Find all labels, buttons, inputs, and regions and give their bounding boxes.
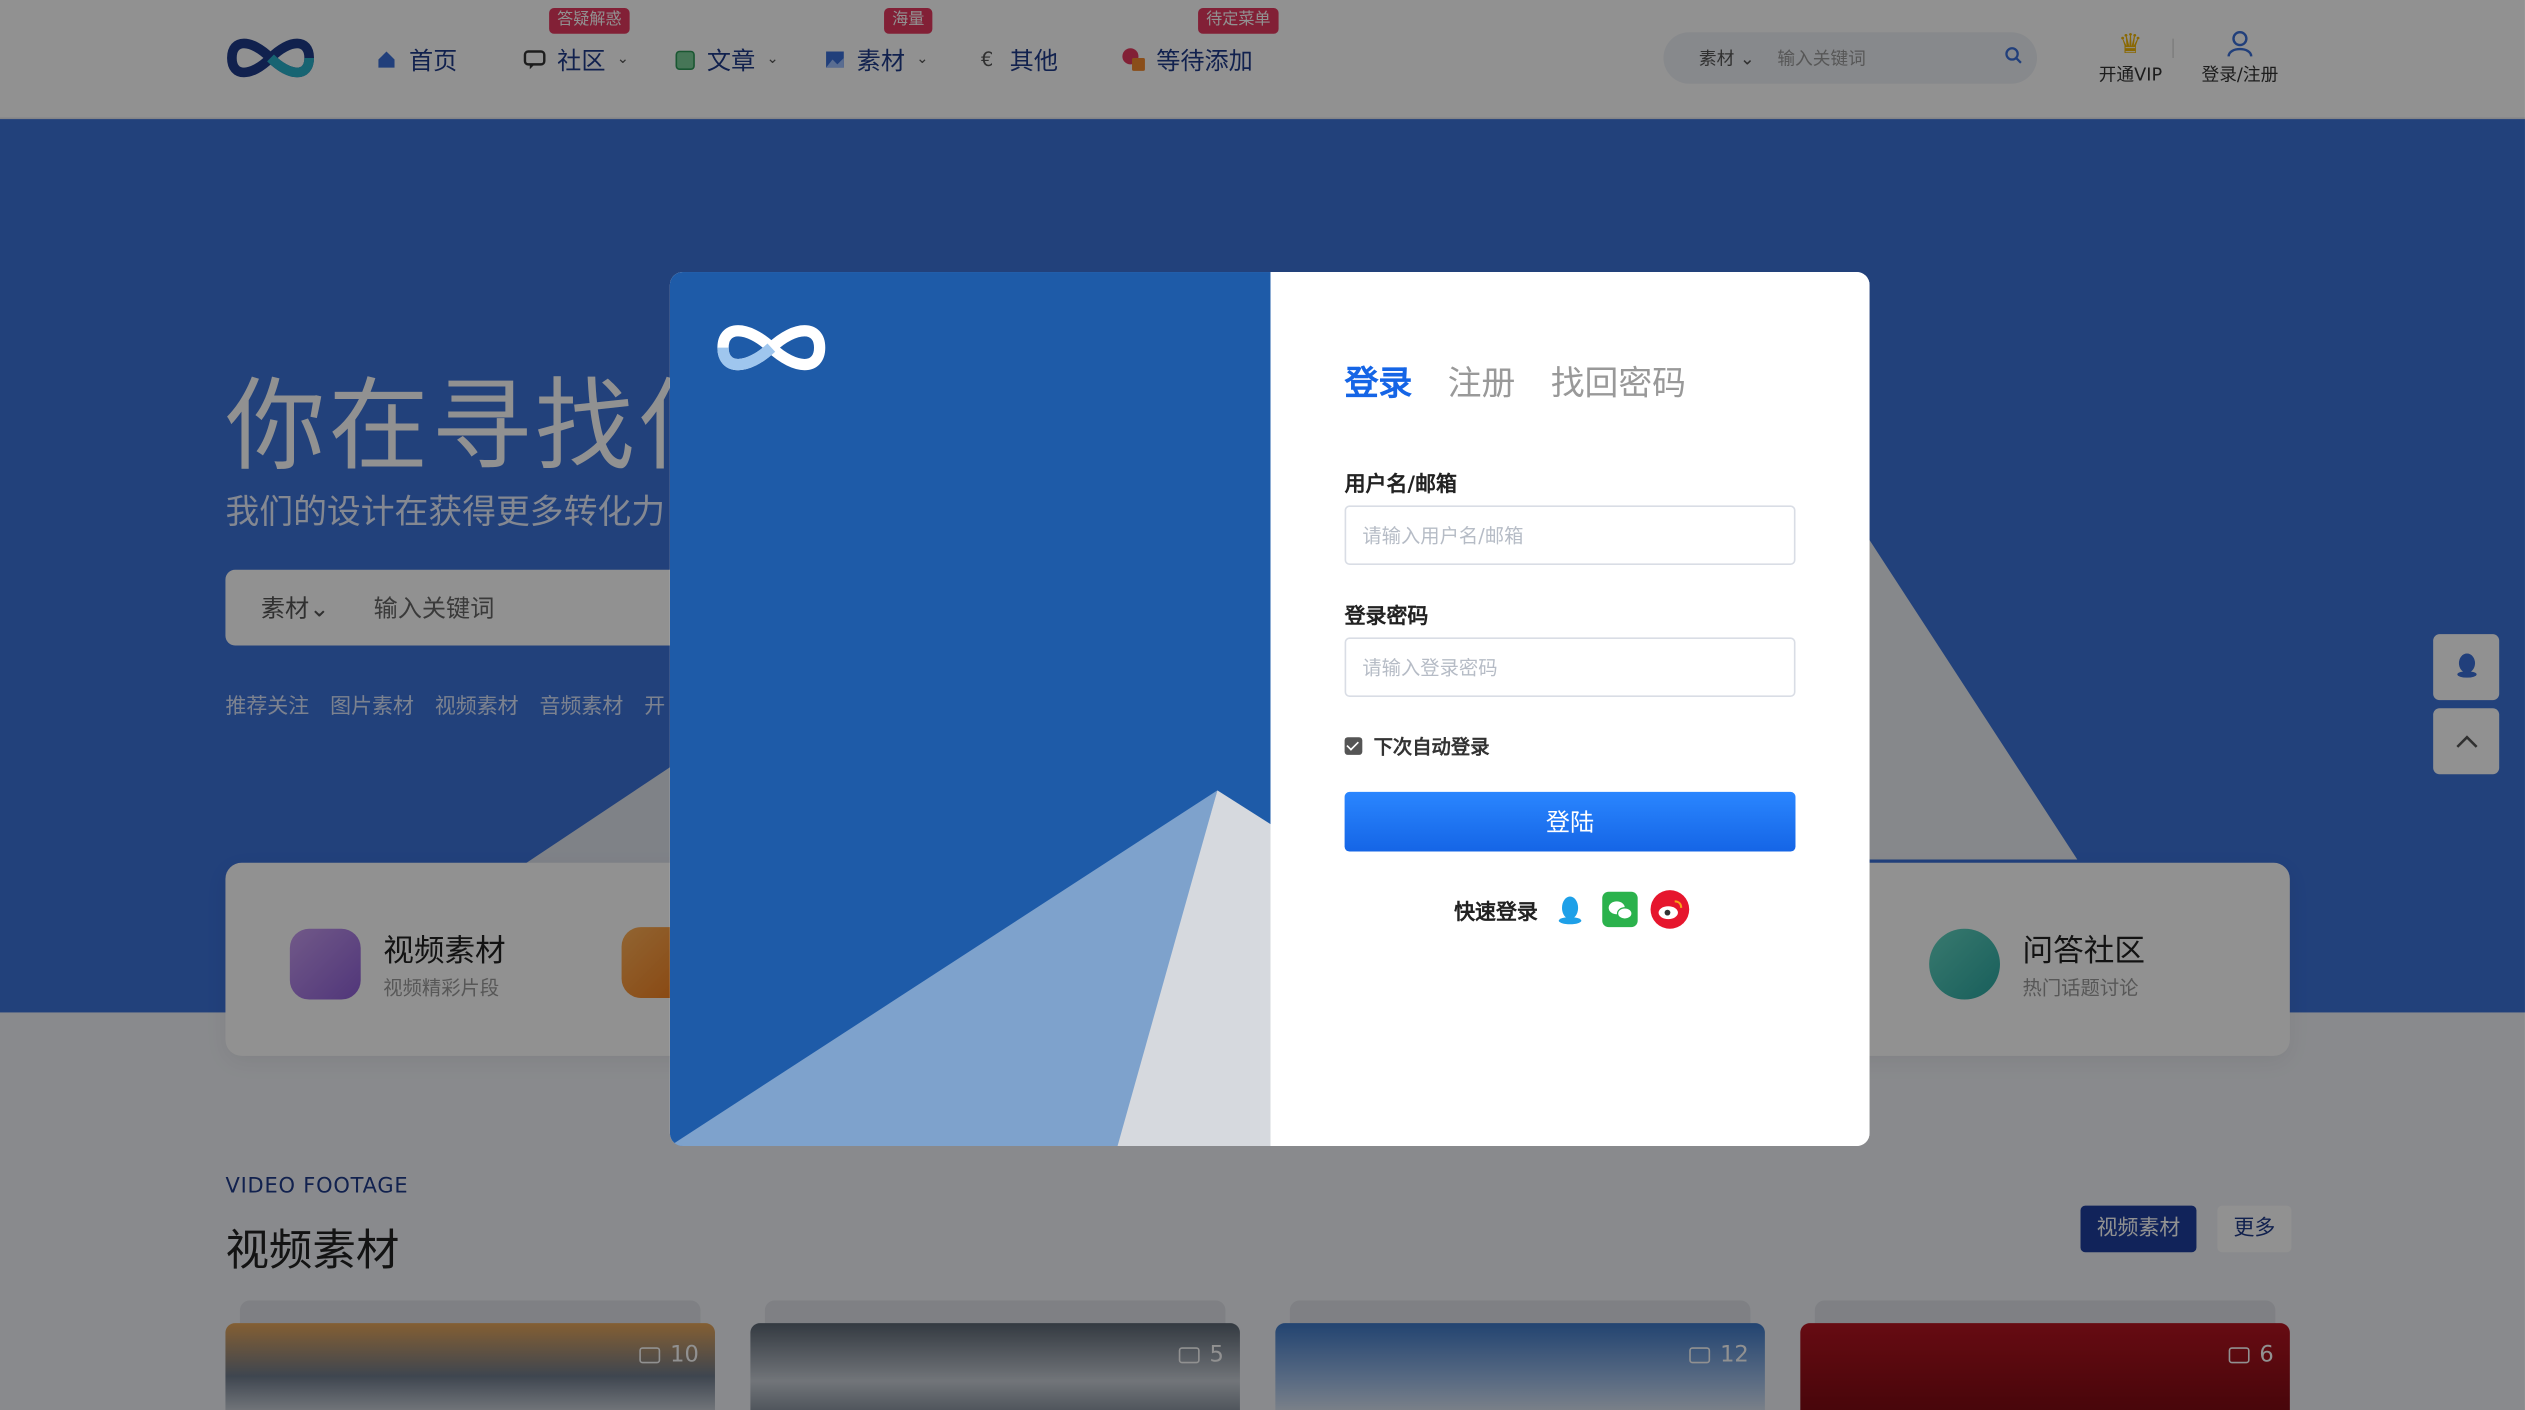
login-form-panel: 登录 注册 找回密码 用户名/邮箱 登录密码 下次自动登录 登陆 快速登录 [1270,272,1870,1147]
modal-logo [717,325,826,370]
login-modal: 登录 注册 找回密码 用户名/邮箱 登录密码 下次自动登录 登陆 快速登录 [669,272,1870,1147]
mountain-illustration [669,790,1271,1147]
tab-login[interactable]: 登录 [1345,357,1413,405]
tab-register[interactable]: 注册 [1448,357,1516,405]
remember-checkbox[interactable] [1344,737,1363,755]
remember-me[interactable]: 下次自动登录 [1344,732,1490,759]
username-input[interactable] [1344,505,1796,565]
login-submit-button[interactable]: 登陆 [1344,791,1796,852]
username-label: 用户名/邮箱 [1344,473,1457,498]
qq-icon[interactable] [1551,890,1590,929]
remember-label: 下次自动登录 [1373,735,1490,759]
password-label: 登录密码 [1344,605,1429,630]
modal-art-panel [669,272,1271,1147]
quick-login: 快速登录 [1454,890,1690,929]
tab-recover-password[interactable]: 找回密码 [1551,357,1686,405]
quick-login-label: 快速登录 [1454,900,1538,925]
password-input[interactable] [1344,637,1796,697]
wechat-icon[interactable] [1602,891,1638,928]
weibo-icon[interactable] [1650,890,1690,929]
auth-tabs: 登录 注册 找回密码 [1345,357,1686,405]
